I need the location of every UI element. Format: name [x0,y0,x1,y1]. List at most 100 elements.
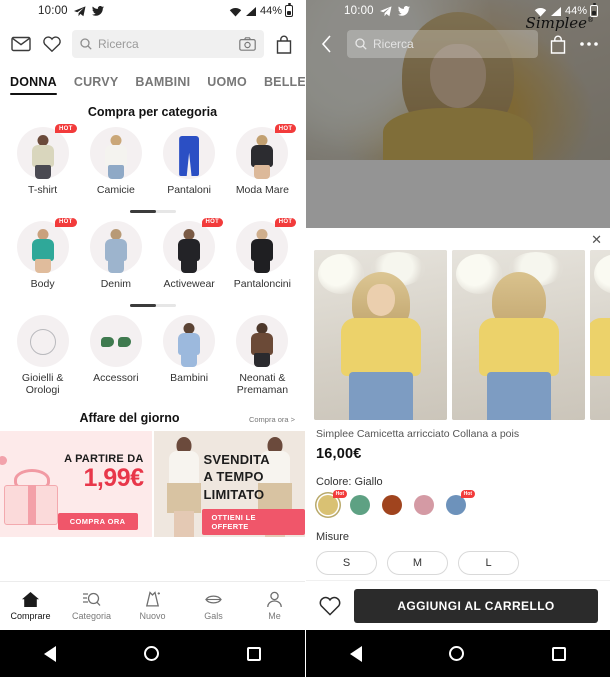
category-label: Gioielli & Orologi [21,371,64,397]
nav-item-gals[interactable]: Gals [183,591,244,621]
category-row-1: HOT T-shirt Camicie Pantaloni HOT Moda M… [0,124,305,201]
heart-icon[interactable] [41,33,63,55]
category-item-neonati-premaman[interactable]: Neonati & Premaman [226,314,299,402]
category-pager-1[interactable] [0,201,305,219]
category-item-gioielli-orologi[interactable]: Gioielli & Orologi [6,314,79,402]
more-horizontal-icon[interactable] [578,33,600,55]
twitter-icon [91,5,104,17]
right-phone-screen: Simplee® 10:00 44% Ricerca ✕ Simplee Cam… [305,0,610,677]
nav-label: Gals [204,611,223,621]
deal-section-header: Affare del giorno Compra ora > [0,401,305,429]
nav-item-nuovo[interactable]: Nuovo [122,591,183,621]
add-to-cart-bar: AGGIUNGI AL CARRELLO [306,580,610,630]
nav-item-comprare[interactable]: Comprare [0,591,61,621]
tab-donna[interactable]: DONNA [10,75,57,96]
heart-icon[interactable] [318,595,342,617]
size-option-m[interactable]: M [387,551,448,575]
nav-item-categoria[interactable]: Categoria [61,591,122,621]
color-swatch-blu[interactable]: Hot [446,490,475,515]
category-item-pantaloncini[interactable]: HOT Pantaloncini [226,217,299,295]
tab-belle[interactable]: BELLE [264,75,305,96]
category-item-body[interactable]: HOT Body [6,217,79,295]
battery-percent: 44% [259,5,282,17]
tab-uomo[interactable]: UOMO [207,75,247,96]
deal-right-button[interactable]: OTTIENI LE OFFERTE [201,509,305,536]
top-bar: Ricerca [306,22,610,66]
category-thumb [163,127,216,179]
back-triangle-icon[interactable] [349,645,362,662]
sunglasses-icon [100,336,131,348]
deal-more-link[interactable]: Compra ora > [249,415,295,424]
shopping-bag-icon[interactable] [547,33,569,55]
category-row-3: Gioielli & Orologi Accessori Bambini Neo… [0,313,305,402]
premaman-figure-icon [242,321,282,367]
color-swatch-marrone[interactable] [382,495,402,515]
hot-badge: Hot [460,490,475,498]
bambini-figure-icon [169,321,209,367]
add-to-cart-button[interactable]: AGGIUNGI AL CARRELLO [354,588,598,623]
twitter-icon [397,5,410,17]
size-option-l[interactable]: L [458,551,519,575]
product-title: Simplee Camicetta arricciato Collana a p… [316,428,520,440]
home-circle-icon[interactable] [144,646,159,661]
product-image-third[interactable] [590,250,610,420]
category-item-tshirt[interactable]: HOT T-shirt [6,124,79,201]
pager-track [129,303,176,307]
tab-curvy[interactable]: CURVY [74,75,119,96]
nav-item-me[interactable]: Me [244,591,305,621]
category-item-camicie[interactable]: Camicie [79,127,152,201]
close-icon[interactable]: ✕ [591,233,602,246]
category-item-activewear[interactable]: HOT Activewear [153,217,226,295]
search-placeholder: Ricerca [98,37,139,51]
wifi-icon [229,6,242,17]
category-thumb [89,220,142,273]
battery-icon [285,3,293,17]
mail-icon[interactable] [10,33,32,55]
camicie-figure-icon [96,133,136,179]
deal-right-line2: A TEMPO [203,469,264,485]
deal-left-text: A PARTIRE DA 1,99€ [64,453,144,491]
camera-icon[interactable] [239,37,256,51]
category-search-icon [82,591,101,608]
deal-right-text: SVENDITA A TEMPO LIMITATO [204,451,270,502]
deal-banner-right[interactable]: SVENDITA A TEMPO LIMITATO OTTIENI LE OFF… [153,431,305,538]
signal-icon [550,6,562,17]
recents-square-icon[interactable] [552,646,567,661]
category-thumb: HOT [163,217,224,273]
search-input[interactable]: Ricerca [72,30,264,58]
chevron-left-icon[interactable] [316,33,338,55]
top-bar: Ricerca [0,22,305,66]
color-swatch-rosa[interactable] [414,495,434,515]
category-item-accessori[interactable]: Accessori [79,314,152,402]
shopping-bag-icon[interactable] [273,33,295,55]
search-input[interactable]: Ricerca [347,30,538,58]
category-tabs[interactable]: DONNA CURVY BAMBINI UOMO BELLE [0,66,305,96]
category-label: Bambini [170,371,209,384]
deal-banner-left[interactable]: A PARTIRE DA 1,99€ COMPRA ORA [0,431,152,538]
category-label: Denim [100,277,132,290]
hot-badge: Hot [332,490,347,498]
wifi-icon [534,6,547,17]
category-label: Moda Mare [235,184,289,196]
back-triangle-icon[interactable] [44,645,56,662]
category-item-denim[interactable]: Denim [79,220,152,295]
category-item-bambini[interactable]: Bambini [153,314,226,402]
size-option-s[interactable]: S [316,551,377,575]
pantaloni-figure-icon [179,136,200,176]
home-circle-icon[interactable] [449,646,465,661]
product-image-back[interactable] [452,250,585,420]
color-swatch-giallo[interactable]: Hot [318,490,347,515]
product-image-front[interactable] [314,250,447,420]
category-pager-2[interactable] [0,295,305,313]
deal-right-line3: LIMITATO [203,486,265,502]
category-thumb [89,314,142,367]
color-swatch-verde[interactable] [350,495,370,515]
category-label: Pantaloni [167,184,212,196]
tab-bambini[interactable]: BAMBINI [135,75,190,96]
product-image-carousel[interactable] [306,228,610,420]
category-item-pantaloni[interactable]: Pantaloni [153,127,226,201]
category-item-moda-mare[interactable]: HOT Moda Mare [226,124,299,201]
search-icon [355,38,367,50]
recents-square-icon[interactable] [247,646,261,661]
deal-left-button[interactable]: COMPRA ORA [57,513,138,531]
